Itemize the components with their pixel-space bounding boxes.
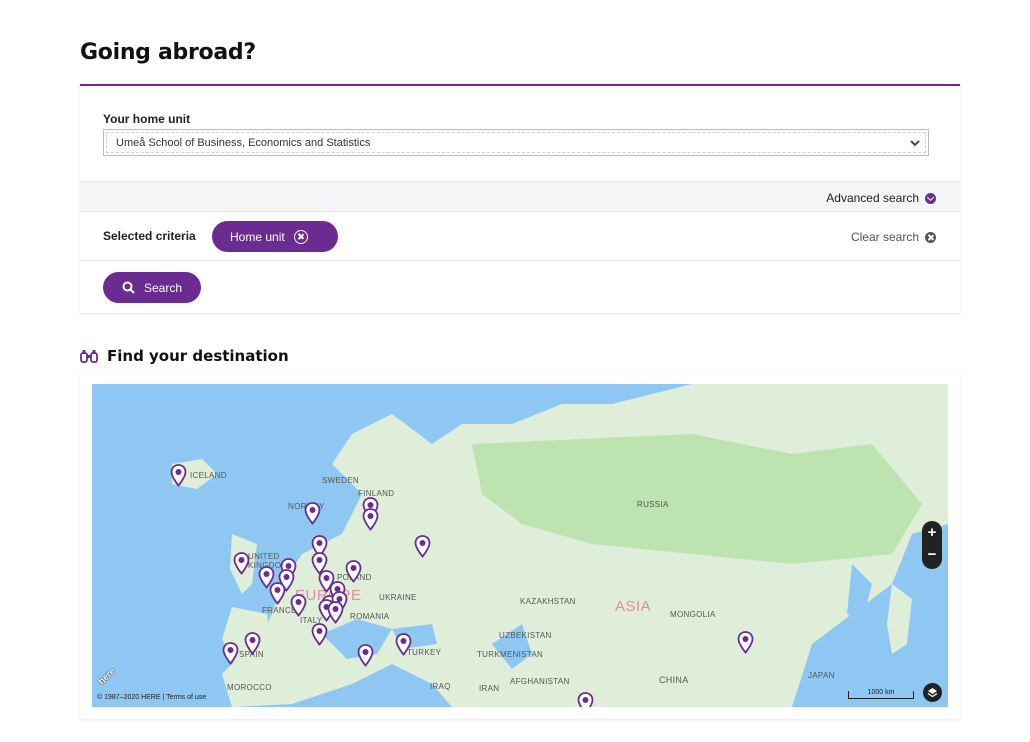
map-label-morocco: MOROCCO [227, 683, 272, 692]
search-button-label: Search [144, 280, 183, 295]
selected-criteria-row: Selected criteria Home unit Clear search [80, 212, 960, 261]
map-copyright[interactable]: © 1987–2020 HERE | Terms of use [97, 694, 206, 701]
map-label-iran: IRAN [479, 684, 500, 693]
location-pin-icon[interactable] [222, 642, 239, 665]
page-title: Going abroad? [80, 40, 256, 65]
location-pin-icon[interactable] [737, 631, 754, 654]
clear-search-button[interactable]: Clear search [851, 230, 936, 244]
zoom-control: + − [922, 521, 942, 569]
search-panel: Your home unit Umeå School of Business, … [80, 84, 960, 313]
criteria-chip-label: Home unit [230, 229, 285, 244]
home-unit-value: Umeå School of Business, Economics and S… [116, 137, 371, 149]
location-pin-icon[interactable] [327, 601, 344, 624]
search-button[interactable]: Search [103, 272, 201, 303]
home-unit-label: Your home unit [103, 112, 191, 126]
close-circle-icon [925, 231, 936, 243]
location-pin-icon[interactable] [170, 464, 187, 487]
map-label-iceland: ICELAND [190, 471, 227, 480]
clear-search-label: Clear search [850, 230, 919, 244]
location-pin-icon[interactable] [395, 633, 412, 656]
binoculars-icon [80, 350, 98, 363]
destination-map[interactable]: ICELAND NORWAY SWEDEN FINLAND RUSSIA UNI… [92, 384, 948, 707]
map-label-sweden: SWEDEN [322, 476, 359, 485]
map-label-asia: ASIA [615, 598, 652, 615]
map-label-japan: JAPAN [808, 671, 835, 680]
map-label-mongolia: MONGOLIA [670, 610, 716, 619]
map-scale: 1000 km [848, 689, 914, 699]
map-label-china: CHINA [659, 675, 689, 685]
map-label-russia: RUSSIA [637, 500, 669, 509]
location-pin-icon[interactable] [414, 535, 431, 558]
map-label-romania: ROMANIA [350, 612, 390, 621]
location-pin-icon[interactable] [290, 594, 307, 617]
map-label-kazakhstan: KAZAKHSTAN [520, 597, 576, 606]
advanced-search-label: Advanced search [826, 191, 919, 205]
map-label-turkmenistan: TURKMENISTAN [477, 650, 544, 659]
destination-heading-text: Find your destination [107, 347, 289, 365]
selected-criteria-label: Selected criteria [103, 229, 196, 243]
destination-heading: Find your destination [80, 347, 289, 365]
remove-icon[interactable] [293, 229, 308, 244]
zoom-out-button[interactable]: − [922, 545, 942, 565]
location-pin-icon[interactable] [311, 623, 328, 646]
location-pin-icon[interactable] [362, 508, 379, 531]
zoom-in-button[interactable]: + [922, 523, 942, 543]
chevron-down-circle-icon [925, 192, 936, 204]
criteria-chip-home-unit[interactable]: Home unit [212, 221, 338, 252]
advanced-search-bar: Advanced search [80, 181, 960, 212]
location-pin-icon[interactable] [233, 552, 250, 575]
advanced-search-toggle[interactable]: Advanced search [826, 191, 936, 205]
home-unit-select[interactable]: Umeå School of Business, Economics and S… [103, 129, 929, 156]
map-label-ukraine: UKRAINE [379, 593, 417, 602]
chevron-down-icon [910, 140, 920, 147]
layers-icon [927, 688, 938, 698]
map-card: ICELAND NORWAY SWEDEN FINLAND RUSSIA UNI… [80, 373, 960, 719]
map-label-iraq: IRAQ [430, 682, 451, 691]
layers-button[interactable] [923, 683, 942, 702]
location-pin-icon[interactable] [577, 692, 594, 707]
location-pin-icon[interactable] [244, 632, 261, 655]
search-icon [122, 281, 135, 294]
map-label-afghanistan: AFGHANISTAN [510, 677, 570, 686]
location-pin-icon[interactable] [269, 582, 286, 605]
location-pin-icon[interactable] [345, 560, 362, 583]
location-pin-icon[interactable] [357, 644, 374, 667]
map-label-uzbekistan: UZBEKISTAN [499, 631, 552, 640]
map-scale-label: 1000 km [867, 689, 895, 696]
location-pin-icon[interactable] [304, 502, 321, 525]
map-label-turkey: TURKEY [407, 648, 442, 657]
